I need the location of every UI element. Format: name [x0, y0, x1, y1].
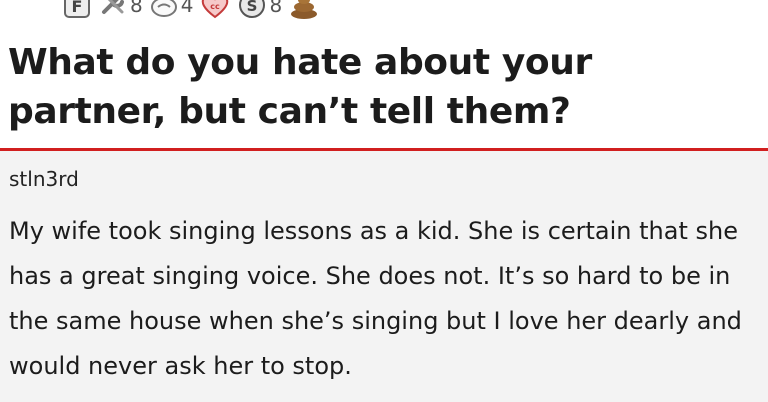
award-s-coin-count: 8: [269, 0, 283, 17]
award-hand-count: 4: [180, 0, 194, 17]
award-f[interactable]: F: [62, 0, 92, 20]
award-hand-icon: [149, 0, 179, 20]
award-wrench-count: 8: [130, 0, 143, 17]
post-screenshot: F 8 4 cc S 8 What do you hate about your…: [0, 0, 768, 402]
comment-username[interactable]: stln3rd: [9, 167, 79, 191]
svg-text:F: F: [72, 0, 83, 16]
award-f-icon: F: [62, 0, 92, 20]
award-wrench-icon: [98, 0, 128, 20]
comment-body: My wife took singing lessons as a kid. S…: [9, 217, 742, 380]
award-s-coin-icon: S: [237, 0, 267, 20]
award-heart-cc-icon: cc: [199, 0, 231, 20]
awards-bar: F 8 4 cc S 8: [62, 0, 320, 22]
award-hand[interactable]: 4: [149, 0, 194, 20]
award-poop[interactable]: [288, 0, 320, 20]
svg-text:cc: cc: [211, 2, 221, 11]
award-wrench[interactable]: 8: [98, 0, 143, 20]
comment: stln3rd My wife took singing lessons as …: [0, 151, 768, 402]
award-poop-icon: [288, 0, 320, 20]
svg-text:S: S: [247, 0, 258, 15]
award-heart-cc[interactable]: cc: [199, 0, 231, 20]
post-title: What do you hate about your partner, but…: [8, 42, 592, 132]
award-s-coin[interactable]: S 8: [237, 0, 282, 20]
